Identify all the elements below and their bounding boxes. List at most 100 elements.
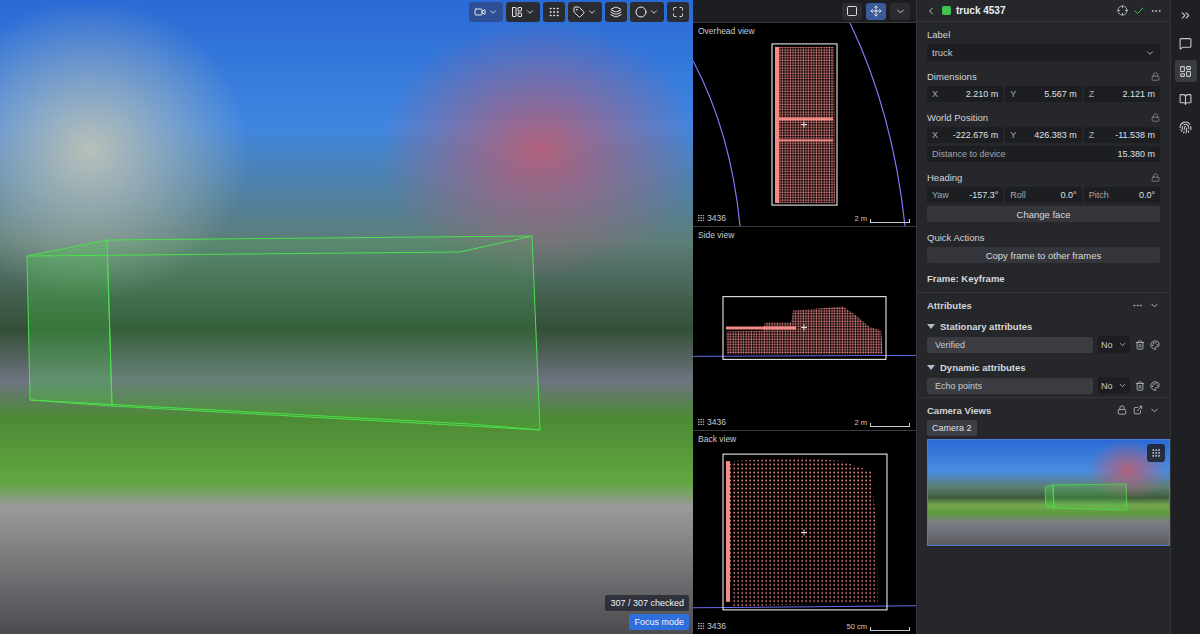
section-label: Quick Actions: [927, 230, 1160, 244]
chevron-down-icon: [587, 7, 597, 17]
view-tool-button[interactable]: [890, 3, 910, 20]
world-position-section: World Position X -222.676 m Y426.383 m Z -11.…: [917, 105, 1170, 165]
number-field[interactable]: Roll 0.0°: [1005, 187, 1081, 203]
ellipsis-icon[interactable]: [1132, 300, 1143, 311]
toolbar-button[interactable]: [506, 2, 540, 22]
number-field[interactable]: Z -11.538 m: [1084, 127, 1160, 143]
axis-label: X: [932, 130, 938, 140]
camera-views-section: Camera Views Camera 2: [917, 397, 1170, 549]
thumbnail-cuboid: [928, 440, 1170, 546]
number-field[interactable]: X -222.676 m: [927, 127, 1003, 143]
axis-label: Z: [1089, 130, 1095, 140]
color-button[interactable]: [1150, 340, 1160, 350]
rail-button[interactable]: [1175, 60, 1197, 82]
number-field[interactable]: Yaw-157.3°: [927, 187, 1003, 203]
thumbnail-tool-button[interactable]: [1147, 444, 1165, 462]
field-value: -222.676 m: [953, 130, 999, 140]
dimensions-section: Dimensions X2.210 mY5.567 mZ2.121 m: [917, 64, 1170, 105]
color-button[interactable]: [1150, 381, 1160, 391]
camera-thumbnail[interactable]: [927, 439, 1170, 546]
heading-fields: Yaw-157.3° Roll 0.0° Pitch 0.0°: [927, 187, 1160, 203]
attribute-name: Verified: [927, 337, 1093, 353]
section-header: Camera Views: [927, 403, 1160, 417]
point-count: 3436: [697, 621, 726, 631]
field-value: 426.383 m: [1034, 130, 1077, 140]
axis-label: Pitch: [1089, 190, 1109, 200]
circle-icon: [635, 6, 647, 18]
comments-icon: [1179, 37, 1192, 50]
back-button[interactable]: [925, 5, 937, 17]
toolbar-button[interactable]: [605, 2, 627, 22]
section-label: World Position: [927, 110, 1160, 124]
toolbar-button[interactable]: [568, 2, 602, 22]
expand-icon[interactable]: [1149, 405, 1160, 416]
lock-icon[interactable]: [1117, 405, 1127, 415]
chevron-down-icon: [1145, 48, 1155, 58]
dashboard-icon: [1179, 65, 1192, 78]
field-value: 0.0°: [1139, 190, 1155, 200]
views-column: Overhead view34362 mSide view34362 mBack…: [693, 0, 916, 634]
select-icon: [846, 5, 858, 17]
chevron-down-icon: [649, 7, 659, 17]
field-value: 2.121 m: [1122, 89, 1155, 99]
rail-button[interactable]: [1175, 32, 1197, 54]
number-field[interactable]: Y5.567 m: [1005, 86, 1081, 102]
axis-label: Yaw: [932, 190, 949, 200]
collapse-button[interactable]: [1175, 4, 1197, 26]
label-select[interactable]: truck: [927, 44, 1160, 61]
more-button[interactable]: [1150, 5, 1162, 17]
number-field[interactable]: Z2.121 m: [1084, 86, 1160, 102]
view-tool-button[interactable]: [866, 3, 886, 20]
image-toolbar: [469, 2, 689, 22]
focus-mode-badge[interactable]: Focus mode: [629, 614, 689, 630]
back-canvas[interactable]: [693, 431, 916, 634]
number-field[interactable]: Pitch 0.0°: [1084, 187, 1160, 203]
attribute-group[interactable]: Dynamic attributes: [927, 360, 1160, 374]
delete-button[interactable]: [1135, 340, 1145, 350]
delete-button[interactable]: [1135, 381, 1145, 391]
attribute-group[interactable]: Stationary attributes: [927, 319, 1160, 333]
copy-frame-button[interactable]: Copy frame to other frames: [927, 247, 1160, 263]
lock-icon: [1151, 113, 1160, 122]
toolbar-button[interactable]: [469, 2, 503, 22]
change-face-button[interactable]: Change face: [927, 206, 1160, 222]
camera-icon: [474, 6, 486, 18]
attribute-row: Echo pointsNo: [927, 377, 1160, 394]
points-icon: [697, 622, 705, 630]
toolbar-button[interactable]: [630, 2, 664, 22]
rail-button[interactable]: [1175, 116, 1197, 138]
projection-view: Overhead view34362 m: [693, 22, 916, 226]
palette-icon: [1150, 340, 1160, 350]
field-value: -11.538 m: [1115, 130, 1155, 140]
attribute-select[interactable]: No: [1098, 336, 1130, 353]
points-icon: [548, 6, 560, 18]
toolbar-button[interactable]: [667, 2, 689, 22]
check-icon: [1133, 5, 1145, 17]
camera-tab[interactable]: Camera 2: [927, 420, 977, 436]
toolbar-button[interactable]: [543, 2, 565, 22]
chevron-down-icon: [895, 6, 906, 17]
overhead-canvas[interactable]: [693, 23, 916, 226]
confirm-button[interactable]: [1133, 5, 1145, 17]
attribute-select[interactable]: No: [1098, 377, 1130, 394]
expand-icon[interactable]: [1149, 300, 1160, 311]
cuboid-overlay[interactable]: [0, 0, 693, 634]
focus-button[interactable]: [1117, 5, 1128, 16]
number-field[interactable]: Y426.383 m: [1005, 127, 1081, 143]
external-link-icon[interactable]: [1133, 405, 1143, 415]
number-field[interactable]: X2.210 m: [927, 86, 1003, 102]
heading-section: HeadingYaw-157.3°Roll0.0°Pitch0.0°Change…: [917, 165, 1170, 225]
scale-line: [870, 219, 910, 223]
projection-view: Back view343650 cm: [693, 430, 916, 634]
view-tool-button[interactable]: [842, 3, 862, 20]
field-value: 0.0°: [1061, 190, 1077, 200]
axis-label: Roll: [1010, 190, 1026, 200]
object-header: truck 4537: [917, 0, 1170, 22]
frame-label: Frame: Keyframe: [917, 266, 1170, 292]
side-canvas[interactable]: [693, 227, 916, 430]
axis-label: X: [932, 89, 938, 99]
camera-image[interactable]: 307 / 307 checkedFocus mode: [0, 0, 693, 634]
section-label: Dimensions: [927, 69, 1160, 83]
fullscreen-icon: [672, 6, 684, 18]
rail-button[interactable]: [1175, 88, 1197, 110]
